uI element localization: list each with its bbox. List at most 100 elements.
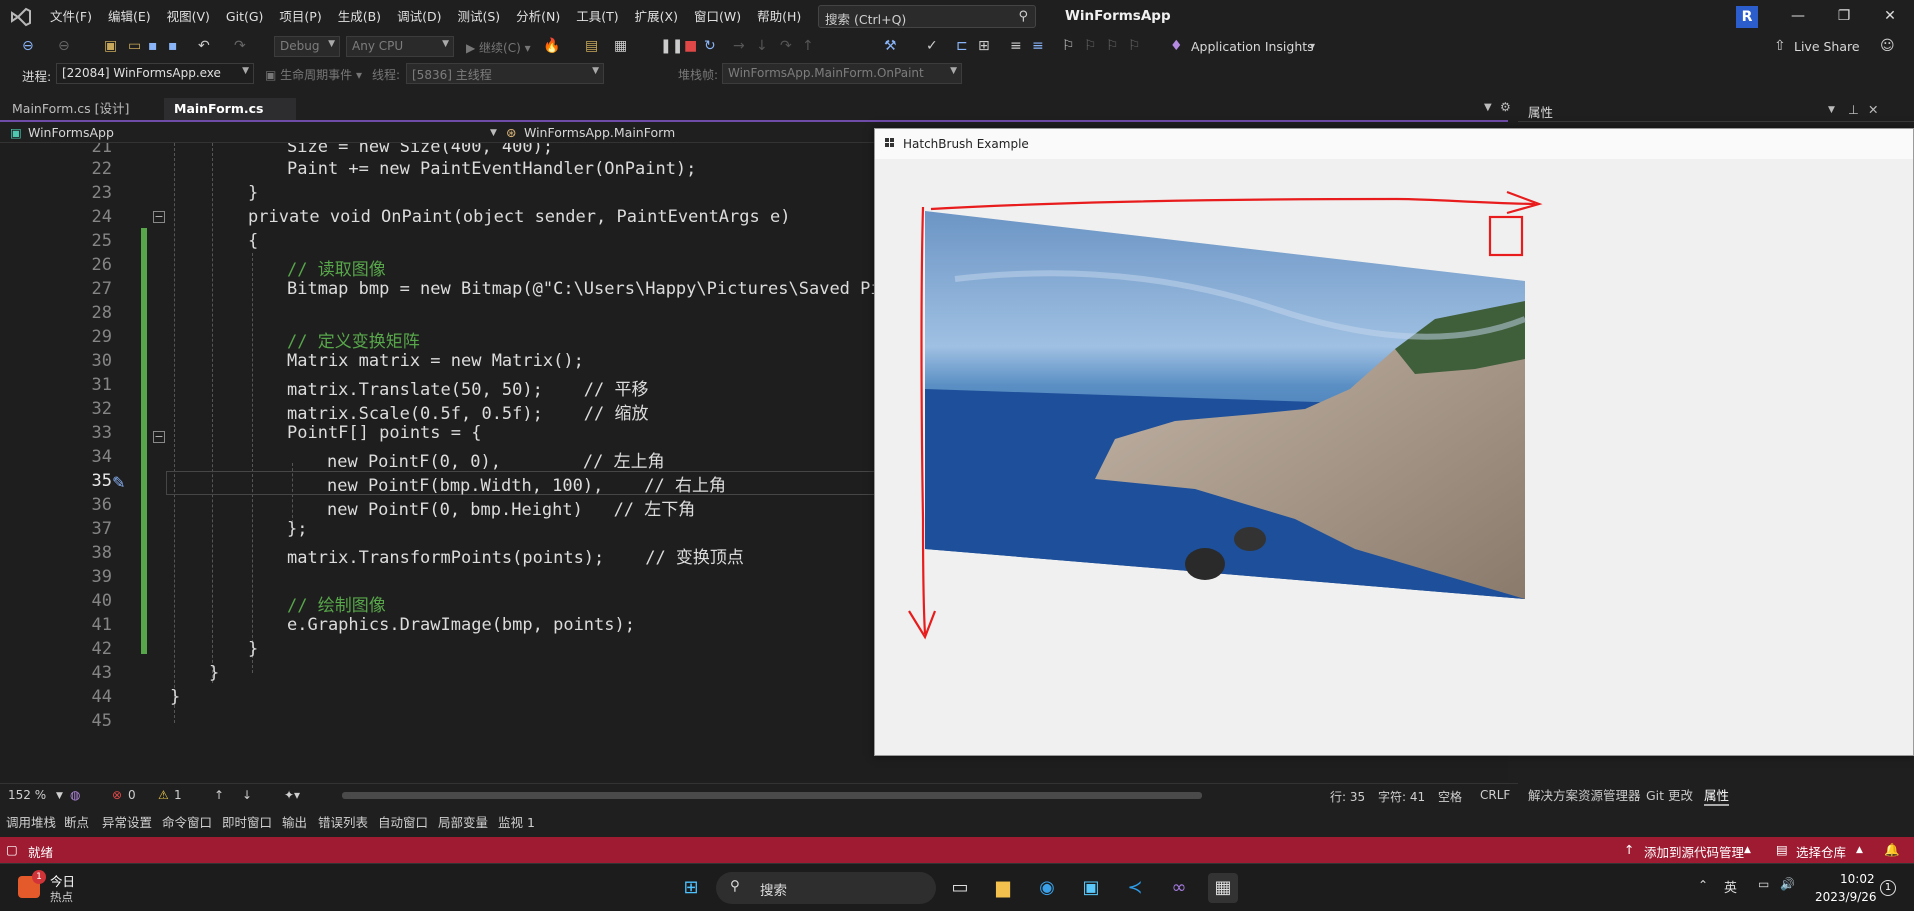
warning-icon[interactable]: ⚠ (158, 788, 169, 802)
zoom-dropdown[interactable]: 152 % (8, 788, 46, 802)
clear-bookmark-icon[interactable]: ⚐ (1128, 38, 1141, 54)
tab-list-icon[interactable]: ▼ (1484, 102, 1492, 113)
cleanup-icon[interactable]: ✦▾ (284, 788, 300, 802)
visual-studio-icon[interactable]: ∞ (1164, 873, 1194, 903)
menu-extensions[interactable]: 扩展(X) (627, 0, 686, 33)
network-icon[interactable]: ▭ (1758, 877, 1769, 891)
feedback-icon[interactable]: ☺ (1880, 38, 1895, 54)
notification-badge[interactable]: 1 (1880, 880, 1896, 896)
settings-icon[interactable]: ⚙ (1500, 100, 1511, 114)
volume-icon[interactable]: 🔊 (1780, 877, 1795, 891)
copilot-icon[interactable]: ◍ (70, 788, 80, 802)
tab-autos[interactable]: 自动窗口 (378, 812, 428, 831)
spell-icon[interactable]: ✓ (926, 38, 938, 54)
debug-tool-icon[interactable]: ⚒ (884, 38, 897, 54)
menu-test[interactable]: 测试(S) (449, 0, 508, 33)
avatar[interactable]: R (1736, 6, 1758, 28)
vscode-icon[interactable]: ≺ (1120, 873, 1150, 903)
tab-properties[interactable]: 属性 (1704, 785, 1730, 806)
prev-bookmark-icon[interactable]: ⚐ (1084, 38, 1097, 54)
step-into-icon[interactable]: ↓ (756, 38, 768, 54)
tab-mainform-code[interactable]: MainForm.cs ⊣ ✕ (164, 98, 296, 138)
file-explorer-icon[interactable]: ▆ (988, 873, 1018, 903)
collapse-icon[interactable]: − (153, 431, 165, 443)
prev-issue-icon[interactable]: ↑ (214, 788, 224, 802)
menu-git[interactable]: Git(G) (218, 0, 272, 33)
ime-indicator[interactable]: 英 (1724, 877, 1737, 896)
uncomment-icon[interactable]: ≡ (1032, 38, 1044, 54)
chevron-up-icon[interactable]: ▲ (1744, 845, 1751, 855)
lifecycle-events-button[interactable]: ▣ 生命周期事件 ▾ (265, 66, 362, 83)
back-icon[interactable]: ⊖ (22, 38, 34, 54)
class-dropdown[interactable]: WinFormsApp.MainForm (524, 125, 675, 140)
pin-icon[interactable]: ⊥ (1848, 102, 1859, 117)
project-dropdown[interactable]: WinFormsApp (28, 125, 114, 140)
stack-frame-dropdown[interactable]: WinFormsApp.MainForm.OnPaint ▼ (722, 63, 962, 84)
add-to-source-control-button[interactable]: 添加到源代码管理 (1644, 842, 1744, 861)
new-project-icon[interactable]: ▣ (104, 38, 117, 54)
next-bookmark-icon[interactable]: ⚐ (1106, 38, 1119, 54)
tab-exception-settings[interactable]: 异常设置 (102, 812, 152, 831)
collapse-icon[interactable]: − (153, 211, 165, 223)
chevron-down-icon[interactable]: ▼ (1828, 105, 1835, 115)
pause-icon[interactable]: ❚❚ (660, 38, 683, 54)
tab-mainform-designer[interactable]: MainForm.cs [设计] (2, 98, 139, 120)
menu-edit[interactable]: 编辑(E) (100, 0, 159, 33)
menu-debug[interactable]: 调试(D) (389, 0, 449, 33)
bookmark-icon[interactable]: ⚐ (1062, 38, 1075, 54)
edit-and-continue-icon[interactable]: ✎ (112, 473, 125, 492)
folder-icon[interactable]: ▤ (585, 38, 598, 54)
app-insights-button[interactable]: Application Insights (1191, 39, 1314, 54)
start-button-icon[interactable]: ⊞ (676, 873, 706, 903)
redo-icon[interactable]: ↷ (234, 38, 246, 54)
outline-icon[interactable]: ⊞ (978, 38, 990, 54)
menu-project[interactable]: 项目(P) (271, 0, 329, 33)
open-icon[interactable]: ▭ (128, 38, 141, 54)
tab-solution-explorer[interactable]: 解决方案资源管理器 (1528, 785, 1641, 804)
layout-icon[interactable]: ▦ (614, 38, 627, 54)
task-view-icon[interactable]: ▭ (945, 873, 975, 903)
step-over-icon[interactable]: ↷ (780, 38, 792, 54)
tab-command-window[interactable]: 命令窗口 (162, 812, 212, 831)
next-issue-icon[interactable]: ↓ (242, 788, 252, 802)
clock-time[interactable]: 10:02 (1840, 872, 1875, 886)
clock-date[interactable]: 2023/9/26 (1815, 890, 1877, 904)
thread-dropdown[interactable]: [5836] 主线程 ▼ (406, 63, 604, 84)
tab-call-stack[interactable]: 调用堆栈 (6, 812, 56, 831)
chevron-down-icon[interactable]: ▼ (56, 791, 63, 801)
step-icon[interactable]: → (733, 38, 745, 54)
horizontal-scrollbar[interactable] (342, 792, 1202, 799)
live-share-button[interactable]: Live Share (1794, 39, 1860, 54)
chevron-down-icon[interactable]: ▼ (490, 128, 497, 138)
tab-breakpoints[interactable]: 断点 (64, 812, 89, 831)
menu-view[interactable]: 视图(V) (159, 0, 218, 33)
platform-dropdown[interactable]: Any CPU ▼ (346, 36, 454, 57)
hot-reload-icon[interactable]: 🔥 (543, 38, 560, 54)
tab-locals[interactable]: 局部变量 (438, 812, 488, 831)
edge-icon[interactable]: ◉ (1032, 873, 1062, 903)
undo-icon[interactable]: ↶ (198, 38, 210, 54)
menu-window[interactable]: 窗口(W) (686, 0, 749, 33)
menu-help[interactable]: 帮助(H) (749, 0, 809, 33)
close-icon[interactable]: ✕ (1868, 102, 1878, 117)
save-all-icon[interactable]: ▪ (168, 38, 178, 54)
winforms-app-icon[interactable]: ▦ (1208, 873, 1238, 903)
restart-icon[interactable]: ↻ (704, 38, 716, 54)
maximize-button[interactable]: ❐ (1822, 0, 1866, 33)
minimize-button[interactable]: — (1776, 0, 1820, 33)
taskbar-search[interactable]: ⚲ 搜索 (716, 872, 936, 904)
configuration-dropdown[interactable]: Debug ▼ (274, 36, 340, 57)
comment-icon[interactable]: ≡ (1010, 38, 1022, 54)
running-form-window[interactable]: HatchBrush Example (874, 128, 1914, 756)
tray-overflow-icon[interactable]: ⌃ (1698, 878, 1708, 892)
chevron-down-icon[interactable]: ▾ (1310, 41, 1315, 52)
close-button[interactable]: ✕ (1868, 0, 1912, 33)
form-title-bar[interactable]: HatchBrush Example (875, 129, 1913, 159)
chevron-up-icon[interactable]: ▲ (1856, 845, 1863, 855)
notifications-icon[interactable]: 🔔 (1884, 842, 1900, 858)
menu-analyze[interactable]: 分析(N) (508, 0, 568, 33)
tab-output[interactable]: 输出 (282, 812, 307, 831)
stop-icon[interactable]: ■ (684, 38, 697, 54)
save-icon[interactable]: ▪ (148, 38, 158, 54)
tab-immediate-window[interactable]: 即时窗口 (222, 812, 272, 831)
